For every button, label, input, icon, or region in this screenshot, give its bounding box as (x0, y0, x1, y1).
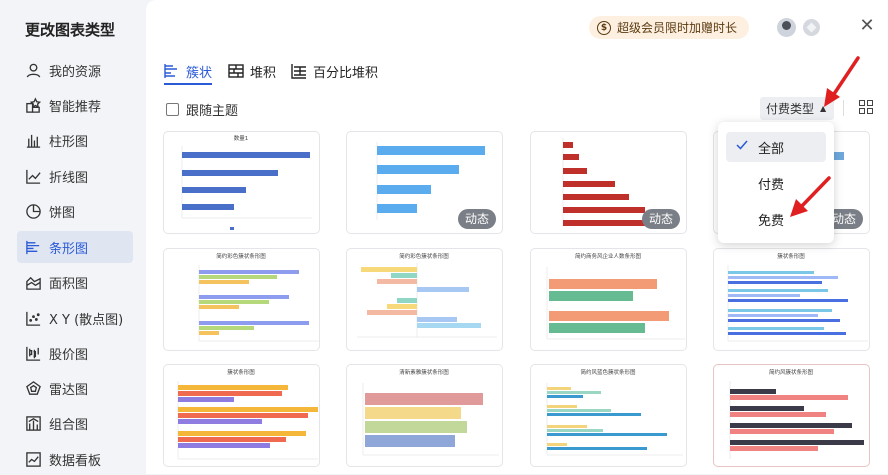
chart-thumbnail[interactable]: 簇状条形图 (713, 248, 870, 351)
sidebar-item-combo-chart[interactable]: 组合图 (17, 407, 133, 439)
combo-chart-icon (24, 414, 42, 432)
card-title: 清新素雅簇状条形图 (399, 368, 449, 376)
chart-thumbnail[interactable]: 动态 (530, 131, 687, 234)
close-button[interactable]: ✕ (857, 15, 877, 37)
divider (843, 100, 844, 116)
sidebar-item-bar-chart[interactable]: 条形图 (17, 231, 133, 263)
sidebar-item-label: 饼图 (49, 205, 76, 221)
sidebar-item-smart-recommend[interactable]: 智能推荐 (17, 89, 133, 121)
follow-theme-label: 跟随主题 (186, 104, 239, 119)
sidebar-item-my-resources[interactable]: 我的资源 (17, 54, 133, 86)
chart-thumbnail[interactable]: 简约商务风企业人数条形图 (530, 248, 687, 351)
percent-stacked-icon (291, 64, 306, 79)
sidebar-title: 更改图表类型 (25, 21, 116, 39)
stock-chart-icon (24, 344, 42, 362)
scatter-chart-icon (24, 309, 42, 327)
sidebar-item-area-chart[interactable]: 面积图 (17, 266, 133, 298)
card-title: 简约彩色簇状条形图 (216, 252, 266, 260)
sidebar-item-label: 智能推荐 (49, 99, 102, 115)
menu-item-label: 全部 (758, 141, 785, 157)
pay-type-dropdown[interactable]: 付费类型 ▲ (760, 97, 834, 120)
tab-label: 堆积 (250, 65, 277, 81)
check-icon (736, 140, 748, 150)
follow-theme-checkbox[interactable]: 跟随主题 (166, 100, 238, 119)
card-title: 简约商务风企业人数条形图 (575, 252, 642, 260)
menu-item-label: 免费 (758, 213, 785, 229)
sidebar-item-column-chart[interactable]: 柱形图 (17, 124, 133, 156)
chart-thumbnail[interactable]: 简约风簇状条形图 (713, 364, 870, 467)
menu-item-free[interactable]: 免费 (726, 204, 826, 234)
smart-icon (24, 96, 42, 114)
tab-clustered[interactable]: 簇状 (164, 60, 212, 82)
avatar[interactable] (777, 18, 796, 37)
sidebar-item-pie-chart[interactable]: 饼图 (17, 195, 133, 227)
chart-thumbnail[interactable]: 簇状条形图 (163, 364, 320, 467)
sidebar-item-label: 股价图 (49, 347, 89, 363)
sidebar-item-label: 柱形图 (49, 134, 89, 150)
sidebar: 更改图表类型 我的资源 智能推荐 柱形图 折线图 饼图 条形图 面积图 X Y … (0, 0, 146, 474)
card-title: 简约风蓝色簇状条形图 (580, 368, 636, 376)
radar-chart-icon (24, 379, 42, 397)
chart-thumbnail[interactable]: 数量1 (163, 131, 320, 234)
tab-percent-stacked[interactable]: 百分比堆积 (291, 60, 378, 82)
area-chart-icon (24, 273, 42, 291)
pie-chart-icon (24, 202, 42, 220)
sidebar-item-line-chart[interactable]: 折线图 (17, 160, 133, 192)
card-title: 简约风簇状条形图 (769, 368, 814, 376)
sidebar-item-label: 组合图 (49, 417, 89, 433)
chart-thumbnail[interactable]: 动态 (346, 131, 503, 234)
menu-item-label: 付费 (758, 177, 785, 193)
sidebar-item-label: 数据看板 (49, 453, 102, 469)
chart-thumbnail[interactable]: 简约风蓝色簇状条形图 (530, 364, 687, 467)
clustered-bar-icon (164, 64, 177, 78)
menu-item-paid[interactable]: 付费 (726, 168, 826, 198)
checkbox[interactable] (166, 103, 179, 116)
sidebar-item-label: 雷达图 (49, 382, 89, 398)
bar-chart-icon (24, 238, 42, 256)
grid-view-button[interactable] (859, 100, 874, 115)
coin-icon: $ (597, 20, 611, 35)
sidebar-item-label: 我的资源 (49, 64, 102, 80)
pay-type-menu: 全部 付费 免费 (718, 122, 834, 243)
promo-badge[interactable]: $ 超级会员限时加赠时长 (589, 16, 750, 39)
dashboard-icon (24, 450, 42, 468)
chart-thumbnail[interactable]: 简约彩色簇状条形图 (163, 248, 320, 351)
user-icon (24, 61, 42, 79)
stacked-bar-icon (228, 64, 244, 78)
chart-thumbnail[interactable]: 简约彩色簇状条形图 (346, 248, 503, 351)
sidebar-item-dashboard[interactable]: 数据看板 (17, 443, 133, 475)
dynamic-badge: 动态 (641, 209, 680, 229)
line-chart-icon (24, 167, 42, 185)
card-title: 簇状条形图 (227, 368, 255, 376)
dynamic-badge: 动态 (457, 209, 496, 229)
sidebar-item-label: X Y (散点图) (49, 312, 124, 328)
sidebar-item-radar-chart[interactable]: 雷达图 (17, 372, 133, 404)
sidebar-item-label: 条形图 (49, 241, 89, 257)
card-title: 簇状条形图 (777, 252, 805, 260)
card-title: 数量1 (234, 134, 249, 142)
tab-label: 簇状 (186, 65, 213, 81)
sidebar-item-label: 折线图 (49, 170, 89, 186)
menu-item-all[interactable]: 全部 (726, 132, 826, 162)
promo-text: 超级会员限时加赠时长 (617, 21, 738, 35)
sidebar-item-stock-chart[interactable]: 股价图 (17, 337, 133, 369)
card-title: 简约彩色簇状条形图 (399, 252, 449, 260)
pay-type-label: 付费类型 (766, 102, 815, 116)
caret-up-icon: ▲ (820, 104, 827, 113)
tab-indicator (164, 83, 212, 85)
sidebar-item-scatter-chart[interactable]: X Y (散点图) (17, 302, 133, 334)
tab-label: 百分比堆积 (313, 65, 379, 81)
column-chart-icon (24, 131, 42, 149)
chart-thumbnail[interactable]: 清新素雅簇状条形图 (346, 364, 503, 467)
sidebar-item-label: 面积图 (49, 276, 89, 292)
vip-icon[interactable] (803, 19, 820, 36)
tab-stacked[interactable]: 堆积 (228, 60, 276, 82)
